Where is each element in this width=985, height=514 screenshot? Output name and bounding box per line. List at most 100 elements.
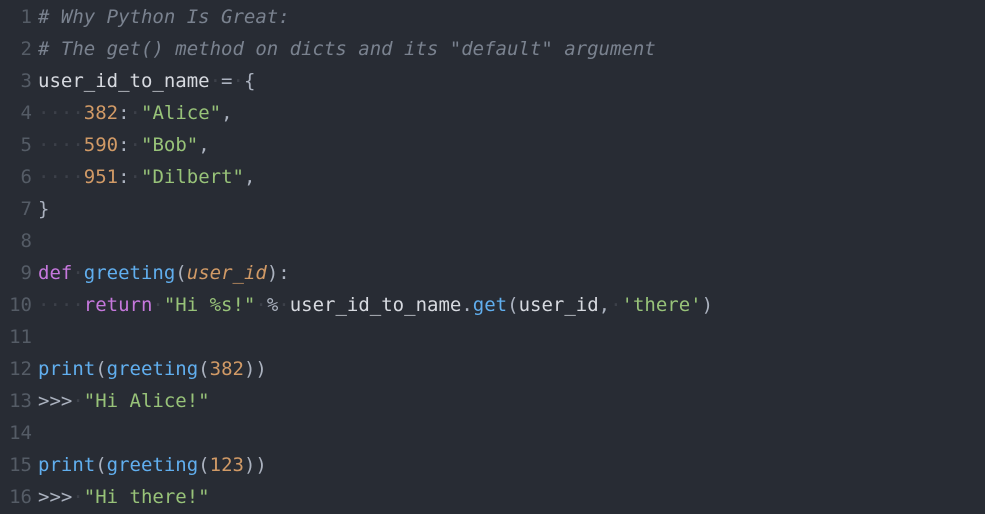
token-punct: : (118, 134, 129, 156)
token-num: 951 (84, 166, 118, 188)
line-number: 4 (0, 97, 32, 129)
token-ws: · (210, 70, 221, 92)
code-editor[interactable]: 12345678910111213141516 # Why Python Is … (0, 1, 985, 513)
code-line[interactable]: ····590:·"Bob", (38, 129, 985, 161)
code-line[interactable]: ····return·"Hi %s!"·%·user_id_to_name.ge… (38, 289, 985, 321)
token-punct: : (118, 166, 129, 188)
line-number: 10 (0, 289, 32, 321)
code-line[interactable]: } (38, 193, 985, 225)
token-brace: } (38, 198, 49, 220)
token-ident: user_id_to_name (38, 70, 210, 92)
token-func: print (38, 454, 95, 476)
token-op: >>> (38, 486, 72, 508)
token-ws: · (130, 134, 141, 156)
token-ws: ···· (38, 134, 84, 156)
token-ident: user_id (519, 294, 599, 316)
token-str: "Hi Alice!" (84, 390, 210, 412)
code-line[interactable]: >>>·"Hi there!" (38, 481, 985, 513)
code-line[interactable]: # The get() method on dicts and its "def… (38, 33, 985, 65)
line-number: 3 (0, 65, 32, 97)
token-num: 382 (84, 102, 118, 124)
token-func: greeting (84, 262, 176, 284)
token-ws: ···· (38, 294, 84, 316)
token-comment: # The get() method on dicts and its "def… (38, 38, 656, 60)
line-number: 5 (0, 129, 32, 161)
line-number: 14 (0, 417, 32, 449)
token-num: 123 (210, 454, 244, 476)
line-number: 6 (0, 161, 32, 193)
token-str: "Hi there!" (84, 486, 210, 508)
token-punct: , (244, 166, 255, 188)
token-ws: · (278, 294, 289, 316)
line-number: 13 (0, 385, 32, 417)
token-ws: · (72, 390, 83, 412)
line-number: 2 (0, 33, 32, 65)
token-ws: · (130, 102, 141, 124)
token-op: = (221, 70, 232, 92)
token-str: "Hi %s!" (164, 294, 256, 316)
token-punct: ( (95, 454, 106, 476)
code-line[interactable]: print(greeting(382)) (38, 353, 985, 385)
token-punct: , (599, 294, 610, 316)
line-number-gutter: 12345678910111213141516 (0, 1, 38, 513)
token-punct: ( (175, 262, 186, 284)
line-number: 9 (0, 257, 32, 289)
token-num: 382 (210, 358, 244, 380)
line-number: 1 (0, 1, 32, 33)
token-num: 590 (84, 134, 118, 156)
token-str: "Dilbert" (141, 166, 244, 188)
code-line[interactable] (38, 321, 985, 353)
token-punct: ( (95, 358, 106, 380)
code-line[interactable] (38, 225, 985, 257)
line-number: 7 (0, 193, 32, 225)
token-punct: ( (198, 454, 209, 476)
token-brace: { (244, 70, 255, 92)
code-line[interactable]: >>>·"Hi Alice!" (38, 385, 985, 417)
line-number: 12 (0, 353, 32, 385)
code-line[interactable] (38, 417, 985, 449)
token-ws: ···· (38, 166, 84, 188)
code-line[interactable]: def·greeting(user_id): (38, 257, 985, 289)
code-line[interactable]: # Why Python Is Great: (38, 1, 985, 33)
token-comment: # Why Python Is Great: (38, 6, 290, 28)
code-line[interactable]: user_id_to_name·=·{ (38, 65, 985, 97)
token-punct: ( (507, 294, 518, 316)
code-line[interactable]: print(greeting(123)) (38, 449, 985, 481)
token-param: user_id (187, 262, 267, 284)
line-number: 15 (0, 449, 32, 481)
code-line[interactable]: ····951:·"Dilbert", (38, 161, 985, 193)
token-ws: · (130, 166, 141, 188)
token-kw: return (84, 294, 153, 316)
code-area[interactable]: # Why Python Is Great: # The get() method… (38, 1, 985, 513)
token-punct: , (221, 102, 232, 124)
token-func: greeting (107, 358, 199, 380)
line-number: 8 (0, 225, 32, 257)
line-number: 16 (0, 481, 32, 513)
token-ws: ···· (38, 102, 84, 124)
token-func: greeting (107, 454, 199, 476)
token-punct: ): (267, 262, 290, 284)
token-ws: · (72, 486, 83, 508)
line-number: 11 (0, 321, 32, 353)
token-str: 'there' (622, 294, 702, 316)
token-punct: )) (244, 454, 267, 476)
token-punct: ) (702, 294, 713, 316)
token-ws: · (610, 294, 621, 316)
token-kw: def (38, 262, 72, 284)
token-ident: user_id_to_name (290, 294, 462, 316)
token-ws: · (255, 294, 266, 316)
token-func: get (473, 294, 507, 316)
token-str: "Bob" (141, 134, 198, 156)
token-ws: · (233, 70, 244, 92)
token-punct: )) (244, 358, 267, 380)
token-ws: · (72, 262, 83, 284)
token-str: "Alice" (141, 102, 221, 124)
token-op: >>> (38, 390, 72, 412)
token-func: print (38, 358, 95, 380)
token-punct: . (461, 294, 472, 316)
code-line[interactable]: ····382:·"Alice", (38, 97, 985, 129)
token-punct: ( (198, 358, 209, 380)
token-op: % (267, 294, 278, 316)
token-ws: · (152, 294, 163, 316)
token-punct: , (198, 134, 209, 156)
